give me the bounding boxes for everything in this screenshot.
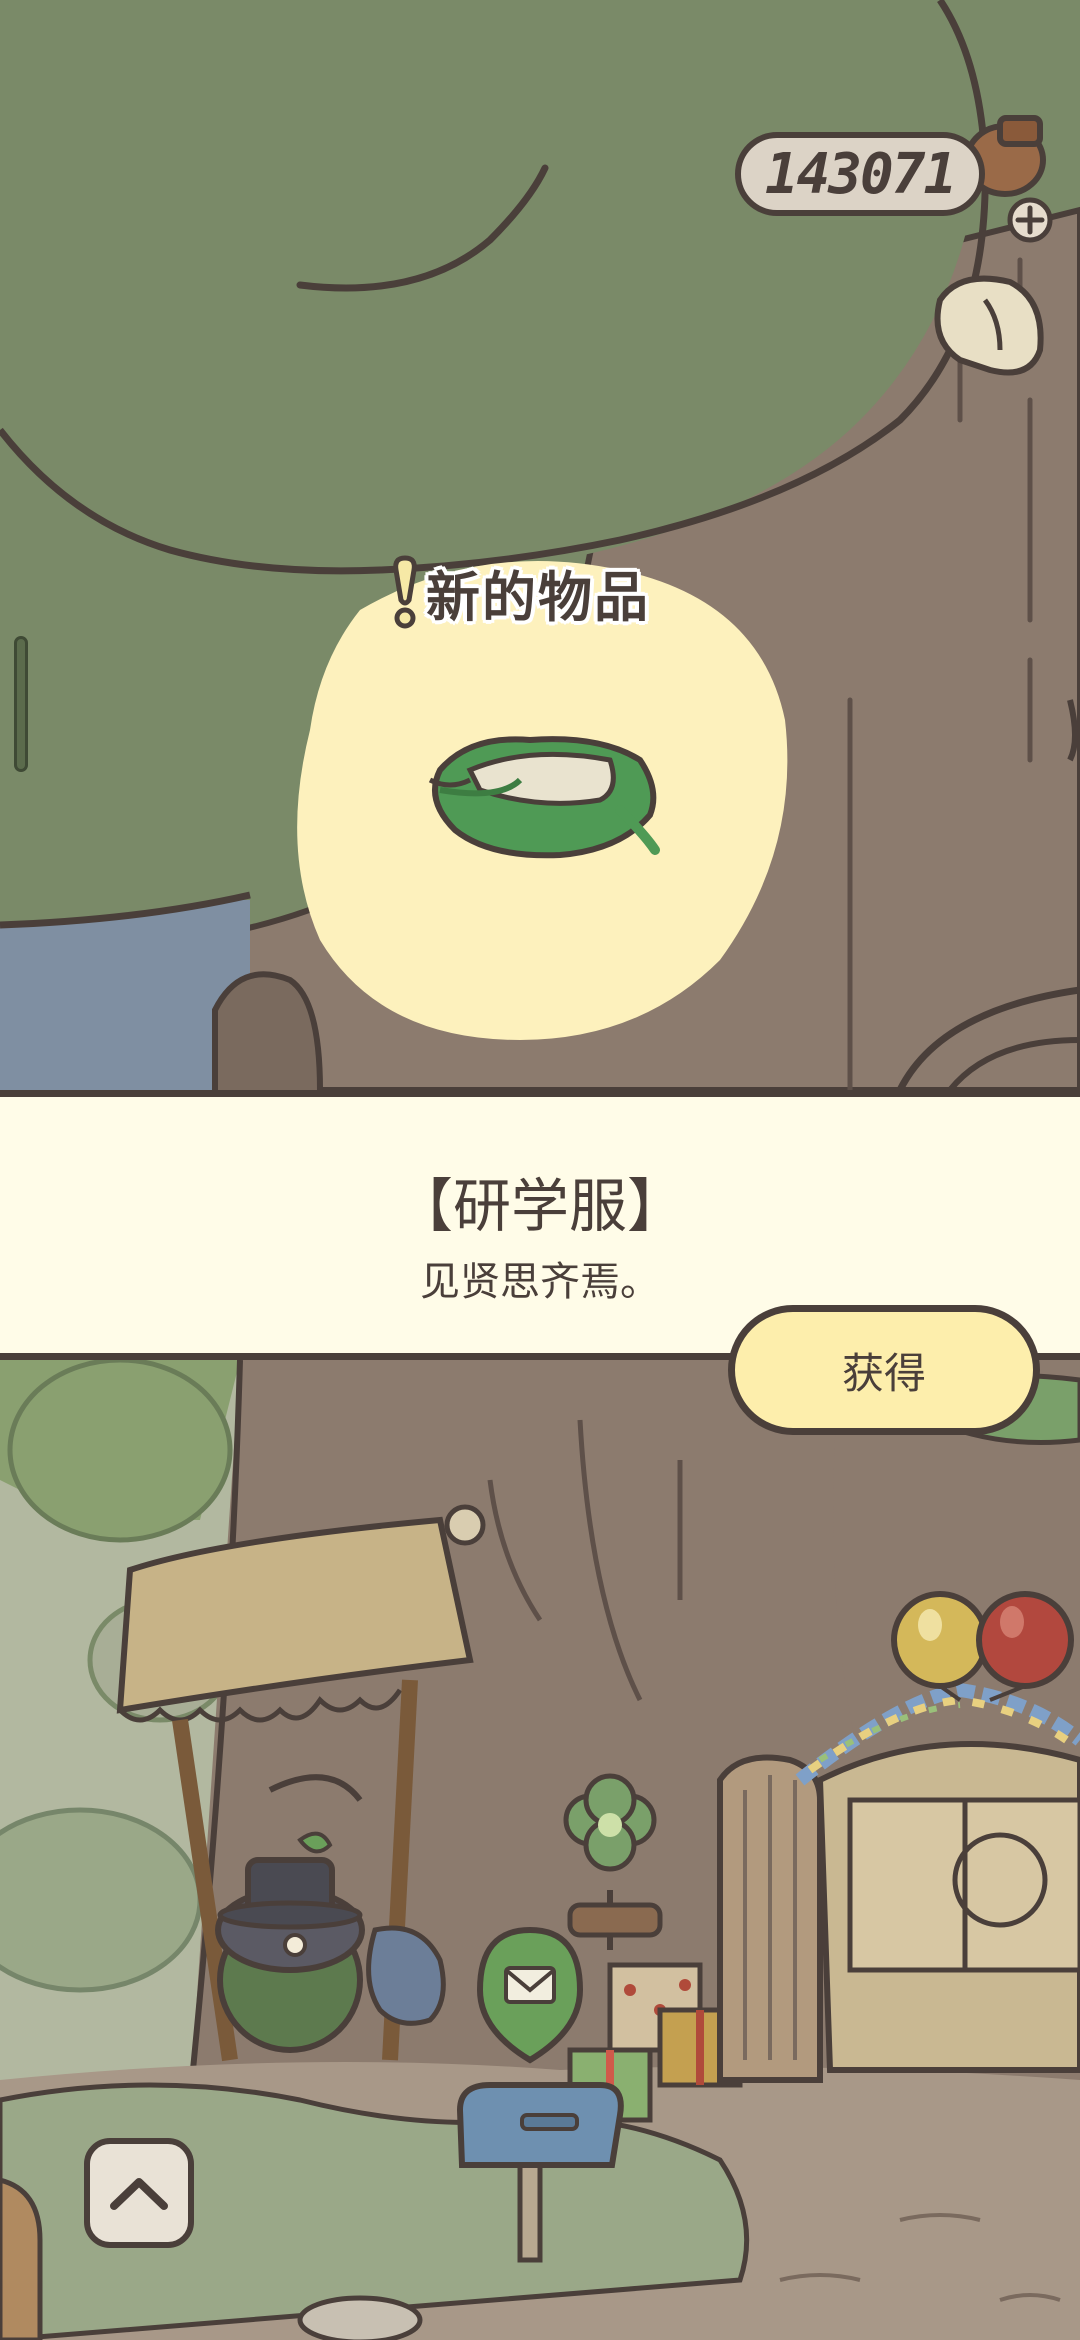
obtain-button-label: 获得 <box>841 1348 926 1398</box>
house-door <box>717 1741 1080 2083</box>
item-name: 【研学服】 <box>394 1172 685 1240</box>
clover-count: 143071 <box>764 141 957 207</box>
obtain-button[interactable]: 获得 <box>728 1305 1040 1435</box>
new-item-label: 新的物品 <box>426 565 650 629</box>
new-item-badge: 新的物品 <box>392 552 650 632</box>
exclamation-icon <box>392 554 418 630</box>
chevron-up-icon <box>110 2178 168 2210</box>
side-drawer-handle[interactable] <box>14 636 28 772</box>
green-scarf-outfit-icon <box>428 736 660 859</box>
clover-counter: 143071 <box>735 132 985 216</box>
calendar-icon[interactable] <box>934 275 1044 376</box>
plus-icon[interactable] <box>1007 197 1053 243</box>
stump <box>0 2177 43 2340</box>
item-description: 见贤思齐焉。 <box>420 1259 660 1305</box>
expand-menu-button[interactable] <box>84 2138 194 2248</box>
